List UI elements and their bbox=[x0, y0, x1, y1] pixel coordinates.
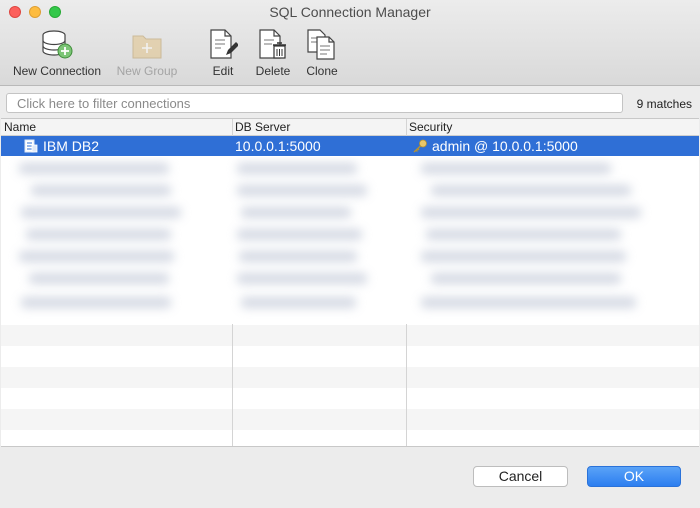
folder-add-icon bbox=[132, 26, 162, 60]
column-divider[interactable] bbox=[232, 119, 233, 136]
column-divider[interactable] bbox=[406, 119, 407, 136]
new-connection-label: New Connection bbox=[12, 64, 102, 78]
title-toolbar-area: SQL Connection Manager New Connection Ne… bbox=[0, 0, 700, 86]
obscured-rows bbox=[1, 157, 699, 327]
delete-document-icon bbox=[257, 26, 289, 60]
empty-row bbox=[1, 325, 699, 346]
new-group-label: New Group bbox=[116, 64, 178, 78]
new-connection-button[interactable]: New Connection bbox=[13, 26, 101, 78]
column-divider bbox=[406, 324, 407, 446]
match-count: 9 matches bbox=[636, 97, 692, 111]
edit-document-icon bbox=[208, 26, 238, 60]
column-header-security[interactable]: Security bbox=[409, 120, 452, 134]
new-group-button[interactable]: New Group bbox=[114, 26, 180, 78]
table-header: Name DB Server Security bbox=[1, 119, 699, 136]
delete-button[interactable]: Delete bbox=[253, 26, 293, 78]
filter-field[interactable] bbox=[6, 93, 623, 113]
ok-button[interactable]: OK bbox=[587, 466, 681, 487]
window-title: SQL Connection Manager bbox=[269, 4, 431, 20]
database-add-icon bbox=[40, 26, 74, 60]
delete-label: Delete bbox=[255, 64, 291, 78]
database-icon bbox=[24, 139, 38, 156]
clone-documents-icon bbox=[306, 26, 338, 60]
table-row[interactable]: IBM DB2 10.0.0.1:5000 admin @ 10.0.0.1:5… bbox=[1, 136, 699, 156]
edit-label: Edit bbox=[212, 64, 234, 78]
edit-button[interactable]: Edit bbox=[205, 26, 241, 78]
toolbar: New Connection New Group Edit Delete Clo… bbox=[0, 26, 700, 82]
empty-row bbox=[1, 409, 699, 430]
column-header-name[interactable]: Name bbox=[4, 120, 36, 134]
key-icon bbox=[412, 139, 428, 156]
column-header-db-server[interactable]: DB Server bbox=[235, 120, 290, 134]
connections-table: Name DB Server Security IBM DB2 10.0.0.1… bbox=[1, 118, 699, 447]
sql-connection-manager-window: SQL Connection Manager New Connection Ne… bbox=[0, 0, 700, 508]
filter-input[interactable] bbox=[7, 94, 622, 112]
clone-button[interactable]: Clone bbox=[304, 26, 340, 78]
cancel-button[interactable]: Cancel bbox=[473, 466, 568, 487]
column-divider bbox=[232, 324, 233, 446]
row-security: admin @ 10.0.0.1:5000 bbox=[432, 138, 578, 154]
row-db-server: 10.0.0.1:5000 bbox=[235, 138, 321, 154]
row-name: IBM DB2 bbox=[43, 138, 100, 154]
clone-label: Clone bbox=[306, 64, 338, 78]
empty-row bbox=[1, 367, 699, 388]
